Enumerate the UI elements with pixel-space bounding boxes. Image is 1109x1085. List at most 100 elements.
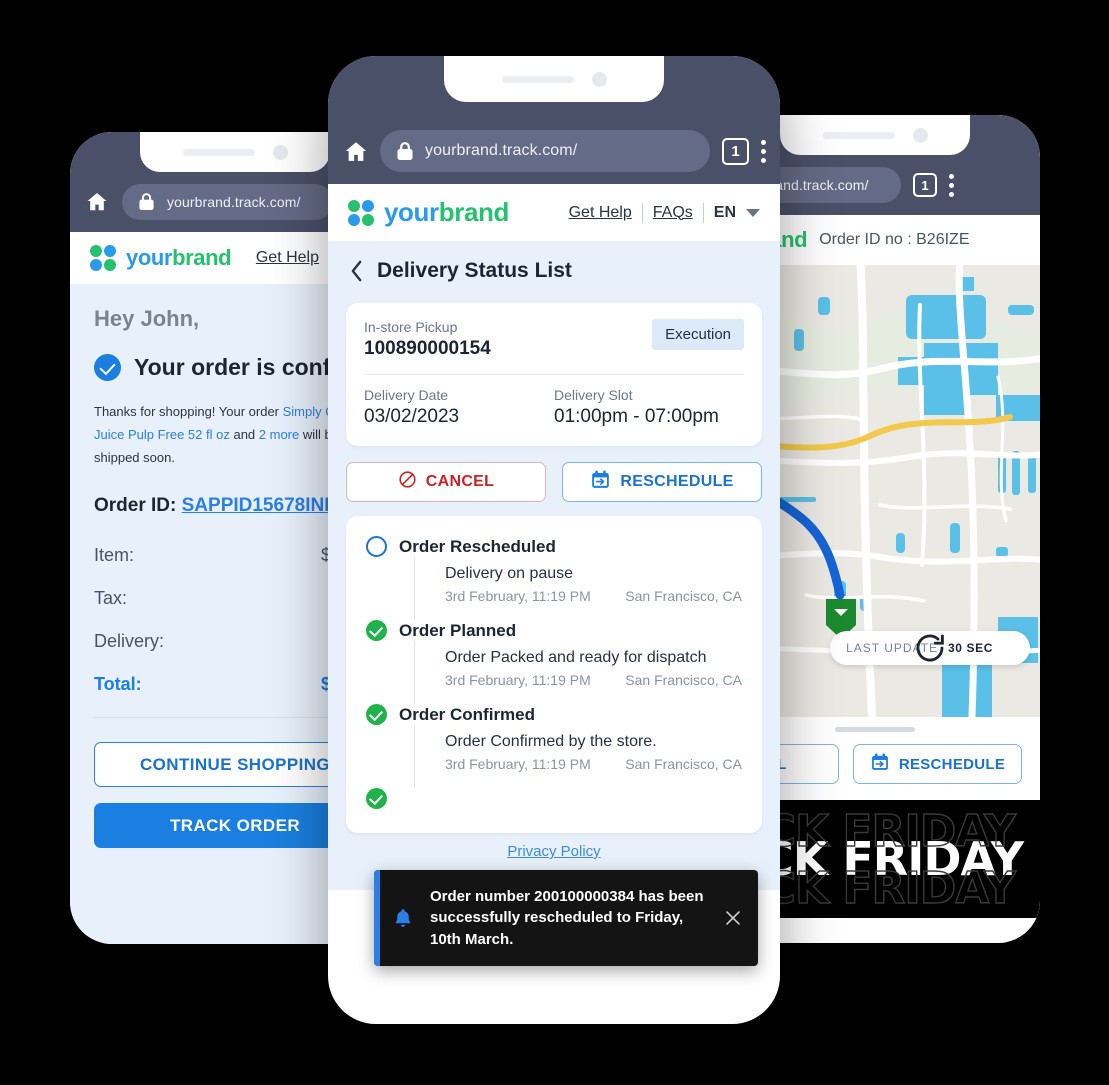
speaker-grille [822, 131, 895, 139]
brand-logo[interactable]: yourbrand [348, 197, 509, 228]
status-check-icon [366, 788, 387, 809]
four-dots-logo-icon [90, 245, 116, 271]
timeline-item-body: Order Confirmed by the store. 3rd Februa… [414, 725, 742, 788]
wordmark-part2: brand [172, 245, 232, 270]
right-phone-notch [780, 115, 970, 155]
order-identity: In-store Pickup 100890000154 [364, 319, 491, 360]
language-selector[interactable]: EN [714, 204, 736, 222]
timeline-meta: 3rd February, 11:19 PM San Francisco, CA [445, 672, 742, 688]
page-title: Delivery Status List [377, 259, 572, 282]
tab-count-button[interactable]: 1 [913, 173, 937, 197]
timeline-item-partial[interactable] [366, 788, 742, 809]
timeline-item-header [366, 788, 742, 809]
timeline-item-header: Order Confirmed [366, 704, 742, 725]
timeline-item-body: Delivery on pause 3rd February, 11:19 PM… [414, 557, 742, 620]
center-body: In-store Pickup 100890000154 Execution D… [328, 303, 780, 890]
toast-message: Order number 200100000384 has been succe… [430, 888, 704, 948]
faqs-link[interactable]: FAQs [653, 204, 693, 222]
kebab-menu-icon[interactable] [761, 139, 766, 163]
speaker-grille [501, 75, 574, 83]
order-id-label: Order ID: [94, 495, 182, 517]
cost-label: Delivery: [94, 631, 165, 652]
timeline-item[interactable]: Order Rescheduled Delivery on pause 3rd … [366, 536, 742, 620]
reschedule-button[interactable]: RESCHEDULE [562, 462, 762, 502]
tab-count-button[interactable]: 1 [722, 137, 749, 165]
status-check-icon [366, 620, 387, 641]
timeline-time: 3rd February, 11:19 PM [445, 672, 591, 688]
timeline-title: Order Planned [399, 620, 517, 640]
screenshot-stage: yourbrand.track.com/ 1 yourbrand Get Hel… [0, 0, 1109, 1085]
delivery-slot-value: 01:00pm - 07:00pm [554, 406, 719, 427]
front-camera [591, 71, 607, 87]
center-nav-links: Get Help FAQs EN [569, 202, 760, 223]
thanks-mid: and [229, 426, 259, 442]
wordmark-part1: your [384, 197, 439, 227]
delivery-date-block: Delivery Date 03/02/2023 [364, 387, 554, 428]
last-update-badge[interactable]: LAST UPDATE 30 SEC [830, 631, 1030, 665]
front-camera [912, 127, 928, 143]
pickup-type-label: In-store Pickup [364, 319, 458, 335]
timeline-meta: 3rd February, 11:19 PM San Francisco, CA [445, 588, 742, 604]
order-number: 100890000154 [364, 338, 491, 359]
timeline-description: Delivery on pause [445, 565, 574, 582]
brand-wordmark: yourbrand [384, 197, 509, 228]
more-items-link[interactable]: 2 more [259, 427, 299, 442]
chevron-left-icon[interactable] [350, 260, 363, 282]
speaker-grille [182, 148, 255, 156]
ban-icon [398, 470, 417, 494]
left-phone-notch [140, 132, 330, 172]
cost-label: Item: [94, 545, 135, 566]
brand-logo[interactable]: yourbrand [90, 245, 232, 271]
nav-divider [641, 202, 643, 223]
center-phone-notch [444, 56, 664, 102]
bell-icon [392, 906, 414, 930]
lock-icon [396, 141, 414, 161]
phone-center-delivery-status: yourbrand.track.com/ 1 yourbrand Get Hel… [328, 56, 780, 1024]
wordmark-part2: brand [438, 197, 510, 227]
get-help-link[interactable]: Get Help [569, 204, 632, 222]
delivery-slot-block: Delivery Slot 01:00pm - 07:00pm [554, 387, 744, 428]
reschedule-button[interactable]: RESCHEDULE [853, 744, 1022, 784]
home-icon[interactable] [84, 190, 110, 214]
toast-notification: Order number 200100000384 has been succe… [374, 870, 758, 966]
chevron-down-icon[interactable] [746, 208, 760, 217]
delivery-date-value: 03/02/2023 [364, 406, 460, 427]
wordmark-part1: your [126, 245, 173, 270]
status-check-icon [366, 704, 387, 725]
timeline-item[interactable]: Order Confirmed Order Confirmed by the s… [366, 704, 742, 788]
url-text: yourbrand.track.com/ [425, 142, 578, 159]
timeline-location: San Francisco, CA [625, 672, 742, 688]
delivery-slot-label: Delivery Slot [554, 387, 633, 403]
timeline-description: Order Packed and ready for dispatch [445, 649, 707, 666]
timeline-item-body: Order Packed and ready for dispatch 3rd … [414, 641, 742, 704]
url-text: yourbrand.track.com/ [167, 194, 301, 210]
home-icon[interactable] [342, 139, 368, 163]
close-icon[interactable] [722, 907, 744, 929]
front-camera [272, 144, 288, 160]
page-header: Delivery Status List [328, 241, 780, 303]
calendar-arrow-icon [590, 469, 611, 495]
refresh-icon[interactable] [916, 634, 1025, 662]
four-dots-logo-icon [348, 199, 374, 226]
status-circle-open-icon [366, 536, 387, 557]
address-bar[interactable]: yourbrand.track.com/ [122, 184, 333, 220]
timeline-time: 3rd February, 11:19 PM [445, 588, 591, 604]
nav-divider [702, 202, 704, 223]
cost-label: Tax: [94, 588, 128, 609]
cancel-button[interactable]: CANCEL [346, 462, 546, 502]
delivery-details-grid: Delivery Date 03/02/2023 Delivery Slot 0… [364, 387, 744, 428]
timeline-item[interactable]: Order Planned Order Packed and ready for… [366, 620, 742, 704]
get-help-link[interactable]: Get Help [256, 249, 319, 267]
delivery-date-label: Delivery Date [364, 387, 449, 403]
tracking-order-id: Order ID no : B26IZE [819, 231, 970, 248]
order-action-buttons: CANCEL RESCHEDULE [346, 462, 762, 502]
timeline-location: San Francisco, CA [625, 756, 742, 772]
thanks-prefix: Thanks for shopping! Your order [94, 404, 283, 419]
timeline-description: Order Confirmed by the store. [445, 733, 657, 750]
address-bar[interactable]: yourbrand.track.com/ [380, 130, 710, 172]
brand-wordmark: yourbrand [126, 245, 232, 271]
timeline-item-header: Order Planned [366, 620, 742, 641]
timeline-meta: 3rd February, 11:19 PM San Francisco, CA [445, 756, 742, 772]
kebab-menu-icon[interactable] [949, 173, 954, 197]
card-divider [364, 374, 744, 375]
